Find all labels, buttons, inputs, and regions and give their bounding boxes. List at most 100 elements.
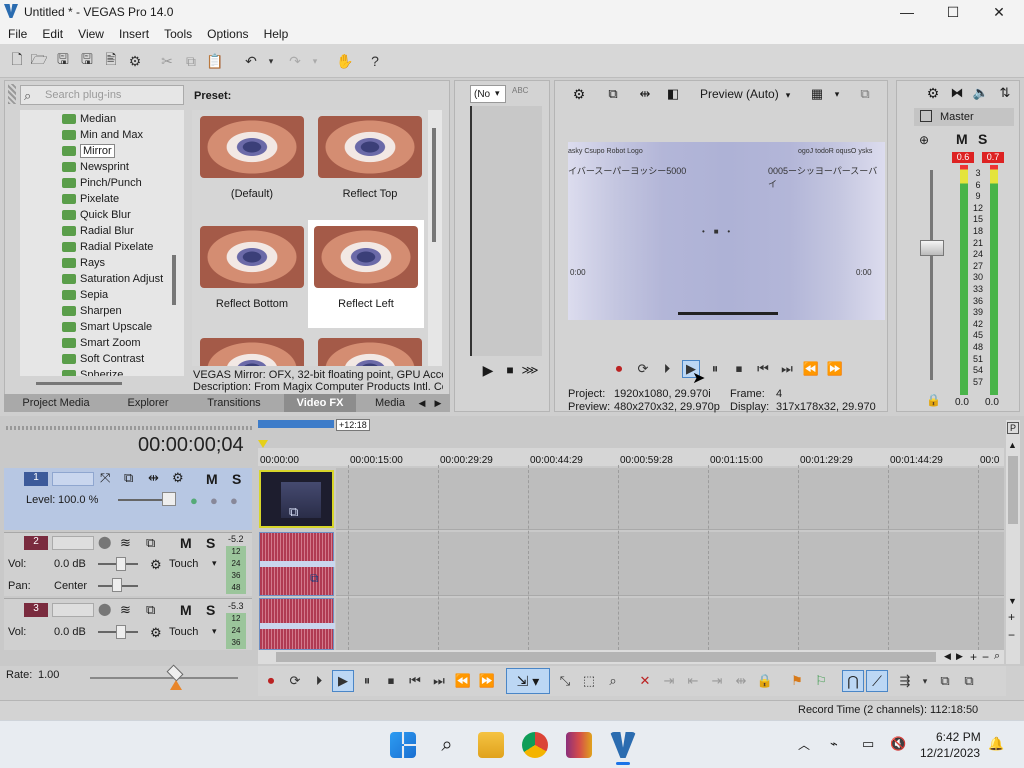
- track-2-touch[interactable]: Touch: [169, 558, 198, 570]
- chevron-up-icon[interactable]: ︿: [798, 736, 810, 753]
- clock-time[interactable]: 6:42 PM: [936, 730, 981, 744]
- invert-phase-icon[interactable]: ≋: [120, 535, 131, 551]
- trimmer-stop-icon[interactable]: ■: [502, 362, 518, 378]
- plugin-search-box[interactable]: ⌕ Search plug-ins: [20, 85, 184, 105]
- menu-edit[interactable]: Edit: [42, 27, 63, 41]
- composite-mode-icon[interactable]: ●: [190, 493, 198, 508]
- paste-icon[interactable]: 📋: [206, 52, 224, 70]
- plugin-item[interactable]: Pinch/Punch: [62, 175, 184, 191]
- master-lock-icon[interactable]: 🔒: [926, 393, 941, 407]
- menu-options[interactable]: Options: [207, 27, 248, 41]
- preset-item[interactable]: Reflect Bottom: [194, 220, 310, 328]
- stop-icon[interactable]: ⏹: [730, 360, 748, 378]
- tab-transitions[interactable]: Transitions: [196, 394, 272, 412]
- zoom-tool-icon[interactable]: ⌕: [604, 672, 622, 690]
- copy-icon[interactable]: ⧉: [182, 52, 200, 70]
- external-monitor-icon[interactable]: ⧉: [604, 85, 622, 103]
- notification-bell-icon[interactable]: 🔔: [988, 736, 1004, 752]
- normal-edit-tool-icon[interactable]: ⇲ ▾: [506, 668, 550, 694]
- trim-start-icon[interactable]: ⇤: [684, 672, 702, 690]
- tab-explorer[interactable]: Explorer: [112, 394, 184, 412]
- zoom-in-icon[interactable]: +: [1008, 610, 1015, 624]
- vscroll-thumb[interactable]: [1008, 456, 1018, 524]
- prev-frame-icon[interactable]: ⏪: [802, 360, 820, 378]
- video-clip[interactable]: ⧉: [259, 470, 334, 528]
- auto-crossfade-icon[interactable]: ⟋: [866, 670, 888, 692]
- master-mute-button[interactable]: M: [956, 131, 968, 147]
- track-3-touch[interactable]: Touch: [169, 626, 198, 638]
- go-to-end-icon[interactable]: ⏭: [430, 672, 448, 690]
- master-fx-icon[interactable]: [920, 110, 932, 122]
- snapping-icon[interactable]: ⋂: [842, 670, 864, 692]
- delete-icon[interactable]: ✕: [636, 672, 654, 690]
- lock-envelopes-icon[interactable]: ⧉: [936, 672, 954, 690]
- menu-help[interactable]: Help: [264, 27, 289, 41]
- menu-file[interactable]: File: [8, 27, 27, 41]
- loop-playback-icon[interactable]: ⟳: [286, 672, 304, 690]
- plugin-item[interactable]: Radial Blur: [62, 223, 184, 239]
- track-3-mute-button[interactable]: M: [180, 602, 192, 618]
- scroll-right-icon[interactable]: ▶: [956, 651, 963, 662]
- trimmer-play-icon[interactable]: ▶: [480, 362, 496, 378]
- play-icon[interactable]: ▶: [332, 670, 354, 692]
- plugin-item[interactable]: Rays: [62, 255, 184, 271]
- pause-icon[interactable]: ⏸: [706, 360, 724, 378]
- track-2-solo-button[interactable]: S: [206, 535, 215, 551]
- h-zoom-out-icon[interactable]: −: [982, 650, 989, 664]
- invert-phase-icon[interactable]: ≋: [120, 602, 131, 618]
- file-explorer-icon[interactable]: [478, 732, 504, 758]
- overlays-dropdown-icon[interactable]: ▾: [832, 85, 842, 103]
- track-motion-icon[interactable]: ⤧: [100, 470, 110, 486]
- preset-item[interactable]: Reflect Top: [312, 110, 428, 218]
- timeline-hscroll[interactable]: ◀ ▶ + − ⌕: [258, 650, 1004, 664]
- trim-end-icon[interactable]: ⇥: [708, 672, 726, 690]
- plugin-item[interactable]: Smart Upscale: [62, 319, 184, 335]
- edit-details-icon[interactable]: ✋: [336, 52, 354, 70]
- play-from-start-icon[interactable]: ⏵: [658, 360, 676, 378]
- track-fx-icon[interactable]: ⧉: [146, 535, 155, 551]
- child-composite-icon[interactable]: ●: [230, 493, 238, 508]
- playhead-marker[interactable]: [258, 440, 268, 448]
- master-fx-chain-icon[interactable]: ⊕: [916, 132, 932, 148]
- menu-view[interactable]: View: [78, 27, 104, 41]
- selection-tool-icon[interactable]: ⬚: [580, 672, 598, 690]
- compositing-icon[interactable]: ⇹: [148, 470, 159, 486]
- chevron-down-icon[interactable]: ▾: [212, 558, 217, 569]
- maximize-button[interactable]: ☐: [930, 0, 976, 24]
- master-mute-icon[interactable]: 🔈: [972, 84, 990, 102]
- track-settings-icon[interactable]: ⚙: [172, 470, 184, 486]
- loop-region-bar[interactable]: [258, 420, 334, 428]
- master-pan-icon[interactable]: ⧓: [948, 84, 966, 102]
- plugin-item[interactable]: Pixelate: [62, 191, 184, 207]
- scroll-left-icon[interactable]: ◀: [944, 651, 951, 662]
- plugin-list-scrollbar[interactable]: [172, 255, 176, 305]
- track-3-vol-handle[interactable]: [116, 625, 126, 639]
- hscroll-thumb[interactable]: [276, 652, 936, 662]
- track-1-level-handle[interactable]: [162, 492, 176, 506]
- properties-icon[interactable]: ⚙: [126, 52, 144, 70]
- preset-scrollbar[interactable]: [428, 110, 442, 366]
- abc-icon[interactable]: ABC: [512, 86, 528, 95]
- clip-fx-icon[interactable]: ⧉: [310, 571, 319, 586]
- plugin-item[interactable]: Saturation Adjust: [62, 271, 184, 287]
- redo-dropdown-icon[interactable]: ▾: [306, 52, 324, 70]
- prev-frame-icon[interactable]: ⏪: [454, 672, 472, 690]
- tab-video-fx[interactable]: Video FX: [284, 394, 356, 412]
- cut-icon[interactable]: ✂: [158, 52, 176, 70]
- timeline-vscroll[interactable]: P ▲ ▼ + −: [1006, 420, 1020, 664]
- zoom-out-icon[interactable]: −: [1008, 628, 1015, 642]
- clip-fx-icon[interactable]: ⧉: [289, 504, 298, 520]
- split-screen-icon[interactable]: ⇹: [636, 85, 654, 103]
- h-zoom-in-icon[interactable]: +: [970, 650, 977, 664]
- ripple-edit-icon[interactable]: ⇶: [896, 672, 914, 690]
- preset-item[interactable]: [194, 332, 310, 366]
- envelope-tool-icon[interactable]: ⤡: [556, 672, 574, 690]
- arm-record-icon[interactable]: ⬤: [98, 602, 111, 616]
- plugin-item[interactable]: Mirror: [62, 143, 184, 159]
- plugin-item[interactable]: Smart Zoom: [62, 335, 184, 351]
- plugin-item[interactable]: Median: [62, 111, 184, 127]
- plugin-item[interactable]: Sharpen: [62, 303, 184, 319]
- audio-clip-track-3[interactable]: [259, 598, 335, 650]
- loop-playback-icon[interactable]: ⟳: [634, 360, 652, 378]
- plugin-item[interactable]: Spherize: [62, 367, 184, 376]
